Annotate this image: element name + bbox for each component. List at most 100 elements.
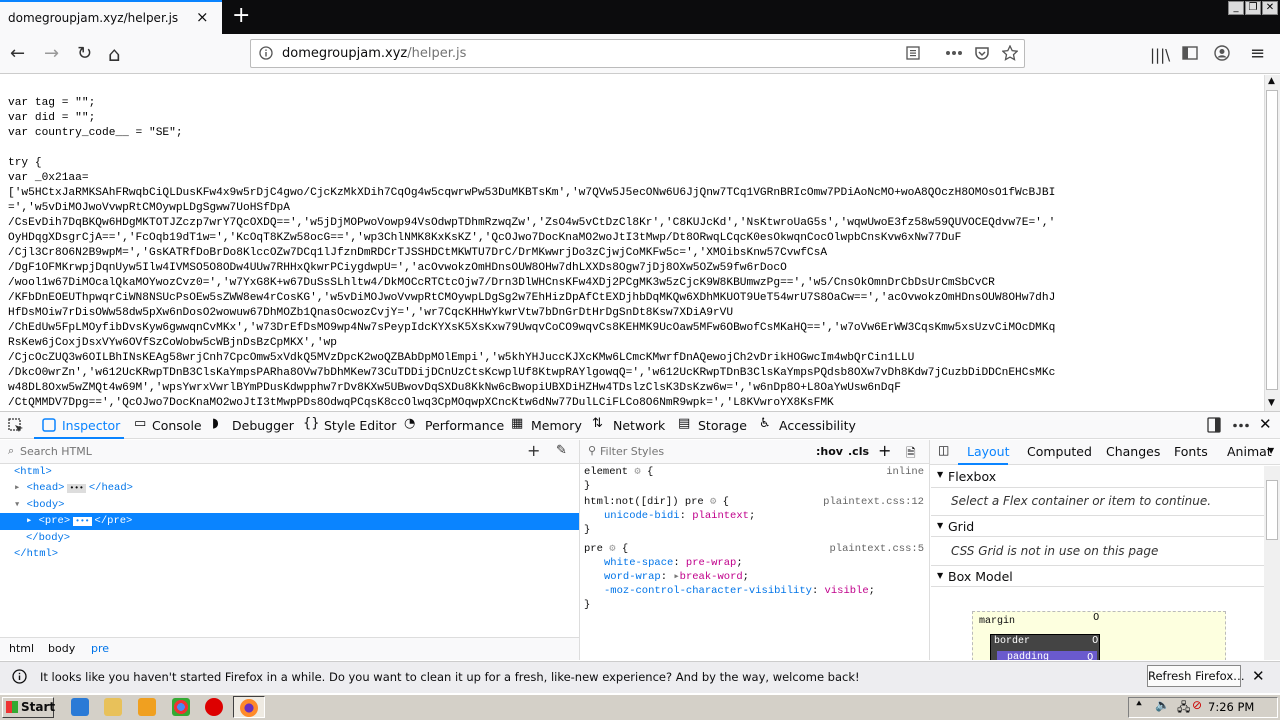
- code-line: /CtQMMDV7Dpg==','QcOJwo7DocKnaMO2woJtI3t…: [8, 397, 834, 409]
- opera-icon[interactable]: [205, 698, 223, 716]
- border-top-value[interactable]: 0: [1092, 635, 1098, 646]
- explorer-icon[interactable]: [104, 698, 122, 716]
- page-content: var tag = ""; var did = ""; var country_co…: [0, 75, 1264, 411]
- hover-toggle-button[interactable]: :hov: [816, 445, 843, 458]
- tray-expand-icon[interactable]: ⯅: [1135, 699, 1143, 710]
- tabs-overflow-icon[interactable]: ▼: [1268, 446, 1274, 455]
- tab-computed[interactable]: Computed: [1027, 444, 1092, 459]
- network-icon: ⇅: [592, 416, 603, 431]
- security-alert-icon[interactable]: ⊘: [1192, 698, 1202, 712]
- breadcrumb-pre[interactable]: pre: [91, 642, 109, 655]
- pocket-icon[interactable]: [974, 45, 990, 61]
- refresh-firefox-button[interactable]: Refresh Firefox…: [1147, 665, 1245, 687]
- tab-close-icon[interactable]: ×: [196, 8, 209, 26]
- markup-node-html-close[interactable]: </html>: [0, 546, 579, 562]
- add-rule-icon[interactable]: +: [878, 441, 891, 460]
- notification-close-icon[interactable]: ✕: [1252, 667, 1265, 685]
- devtools-tab-network[interactable]: Network: [613, 418, 665, 433]
- tab-fonts[interactable]: Fonts: [1174, 444, 1208, 459]
- layout-content: ▼ Flexbox Select a Flex container or ite…: [931, 466, 1264, 660]
- content-scrollbar-thumb[interactable]: [1266, 90, 1278, 390]
- reload-icon[interactable]: ↻: [77, 44, 92, 64]
- devtools-tab-performance[interactable]: Performance: [425, 418, 504, 433]
- devtools-tab-inspector[interactable]: Inspector: [62, 418, 120, 433]
- page-actions-icon[interactable]: [945, 50, 963, 56]
- url-text[interactable]: domegroupjam.xyz/helper.js: [282, 46, 466, 61]
- restore-button[interactable]: ❐: [1245, 1, 1261, 15]
- network-tray-icon[interactable]: 🖧: [1177, 698, 1190, 719]
- layout-scrollbar-thumb[interactable]: [1266, 480, 1278, 540]
- add-node-icon[interactable]: +: [527, 441, 540, 460]
- eyedropper-icon[interactable]: ✎: [556, 443, 567, 458]
- tab-animations[interactable]: Animat: [1227, 444, 1272, 459]
- volume-icon[interactable]: 🔈: [1155, 698, 1170, 712]
- search-html-input[interactable]: [20, 443, 500, 460]
- sidebar-icon[interactable]: [1182, 46, 1198, 60]
- code-line: var _0x21aa=: [8, 172, 89, 184]
- close-window-button[interactable]: ✕: [1262, 1, 1278, 15]
- firefox-icon: [240, 699, 258, 717]
- code-line: RsKew6jCoxjDsxVYw6OVfSzCoWobw5cWBjnDsBzC…: [8, 337, 337, 349]
- class-toggle-button[interactable]: .cls: [848, 445, 869, 458]
- box-model-section-header[interactable]: ▼ Box Model: [931, 565, 1264, 587]
- print-media-icon[interactable]: 🗎: [906, 444, 916, 465]
- code-line: w48DL8Oxw5wZMQt4w69M','wpsYwrxVwrlBYmPDu…: [8, 382, 901, 394]
- devtools-tab-debugger[interactable]: Debugger: [232, 418, 294, 433]
- element-picker-icon[interactable]: [8, 418, 24, 434]
- url-path: /helper.js: [407, 46, 467, 61]
- ie-icon[interactable]: [71, 698, 89, 716]
- scroll-up-icon[interactable]: ▲: [1268, 76, 1275, 86]
- breadcrumb-body[interactable]: body: [48, 642, 75, 655]
- filter-styles-input[interactable]: [600, 443, 780, 460]
- markup-node-body[interactable]: ▾ <body>: [0, 497, 579, 513]
- tab-changes[interactable]: Changes: [1106, 444, 1160, 459]
- library-icon[interactable]: |||\: [1150, 45, 1170, 65]
- bookmark-star-icon[interactable]: [1002, 45, 1018, 61]
- devtools-tab-accessibility[interactable]: Accessibility: [779, 418, 856, 433]
- new-tab-button[interactable]: +: [232, 3, 250, 29]
- account-icon[interactable]: [1214, 45, 1230, 61]
- devtools-tab-memory[interactable]: Memory: [531, 418, 582, 433]
- rule-declaration[interactable]: -moz-control-character-visibility: visib…: [584, 584, 928, 598]
- tab-active[interactable]: domegroupjam.xyz/helper.js ×: [0, 0, 222, 34]
- grid-title: Grid: [948, 519, 975, 534]
- code-line: var did = "";: [8, 112, 96, 124]
- reader-view-icon[interactable]: [906, 46, 920, 60]
- tab-layout[interactable]: Layout: [967, 444, 1010, 459]
- devtools-tab-storage[interactable]: Storage: [698, 418, 747, 433]
- rule-declaration[interactable]: word-wrap: ▸break-word;: [584, 570, 928, 584]
- menu-icon[interactable]: ≡: [1250, 44, 1265, 64]
- markup-node-pre-selected[interactable]: ▸ <pre> ••• </pre>: [0, 513, 579, 530]
- rule-declaration[interactable]: white-space: pre-wrap;: [584, 556, 928, 570]
- dock-toggle-icon[interactable]: [1206, 417, 1222, 433]
- flexbox-section-header[interactable]: ▼ Flexbox: [931, 466, 1264, 488]
- box-model-border: border 0 padding 0: [990, 634, 1100, 660]
- markup-node-head[interactable]: ▸ <head> ••• </head>: [0, 480, 579, 497]
- code-line: =','w5vDiMOJwoVvwpRtCMOywpLDgSgww7UoHSfD…: [8, 202, 290, 214]
- padding-label: padding: [1007, 652, 1050, 660]
- grid-section-header[interactable]: ▼ Grid: [931, 515, 1264, 537]
- start-button[interactable]: Start: [2, 697, 55, 718]
- back-icon[interactable]: ←: [10, 44, 25, 64]
- toggle-pane-icon[interactable]: ◫: [938, 443, 949, 457]
- margin-top-value[interactable]: 0: [1093, 612, 1099, 623]
- forward-icon[interactable]: →: [44, 44, 59, 64]
- rule-declaration[interactable]: unicode-bidi: plaintext;: [584, 509, 928, 523]
- filter-icon: ⚲: [588, 444, 597, 457]
- box-model-title: Box Model: [948, 569, 1013, 584]
- minimize-button[interactable]: _: [1228, 1, 1244, 15]
- chrome-icon[interactable]: [172, 698, 190, 716]
- devtools-close-icon[interactable]: ✕: [1259, 415, 1272, 433]
- scroll-down-icon[interactable]: ▼: [1268, 398, 1275, 408]
- markup-node-html[interactable]: <html>: [0, 464, 579, 480]
- devtools-tab-style-editor[interactable]: Style Editor: [324, 418, 396, 433]
- devtools-more-icon[interactable]: [1232, 423, 1250, 428]
- devtools-tab-console[interactable]: Console: [152, 418, 202, 433]
- breadcrumb-html[interactable]: html: [9, 642, 34, 655]
- media-player-icon[interactable]: [138, 698, 156, 716]
- markup-tree: <html> ▸ <head> ••• </head> ▾ <body> ▸ <pr…: [0, 464, 579, 562]
- markup-node-body-close[interactable]: </body>: [0, 530, 579, 546]
- home-icon[interactable]: ⌂: [108, 44, 121, 64]
- info-icon[interactable]: [259, 46, 273, 60]
- padding-top-value[interactable]: 0: [1087, 652, 1093, 660]
